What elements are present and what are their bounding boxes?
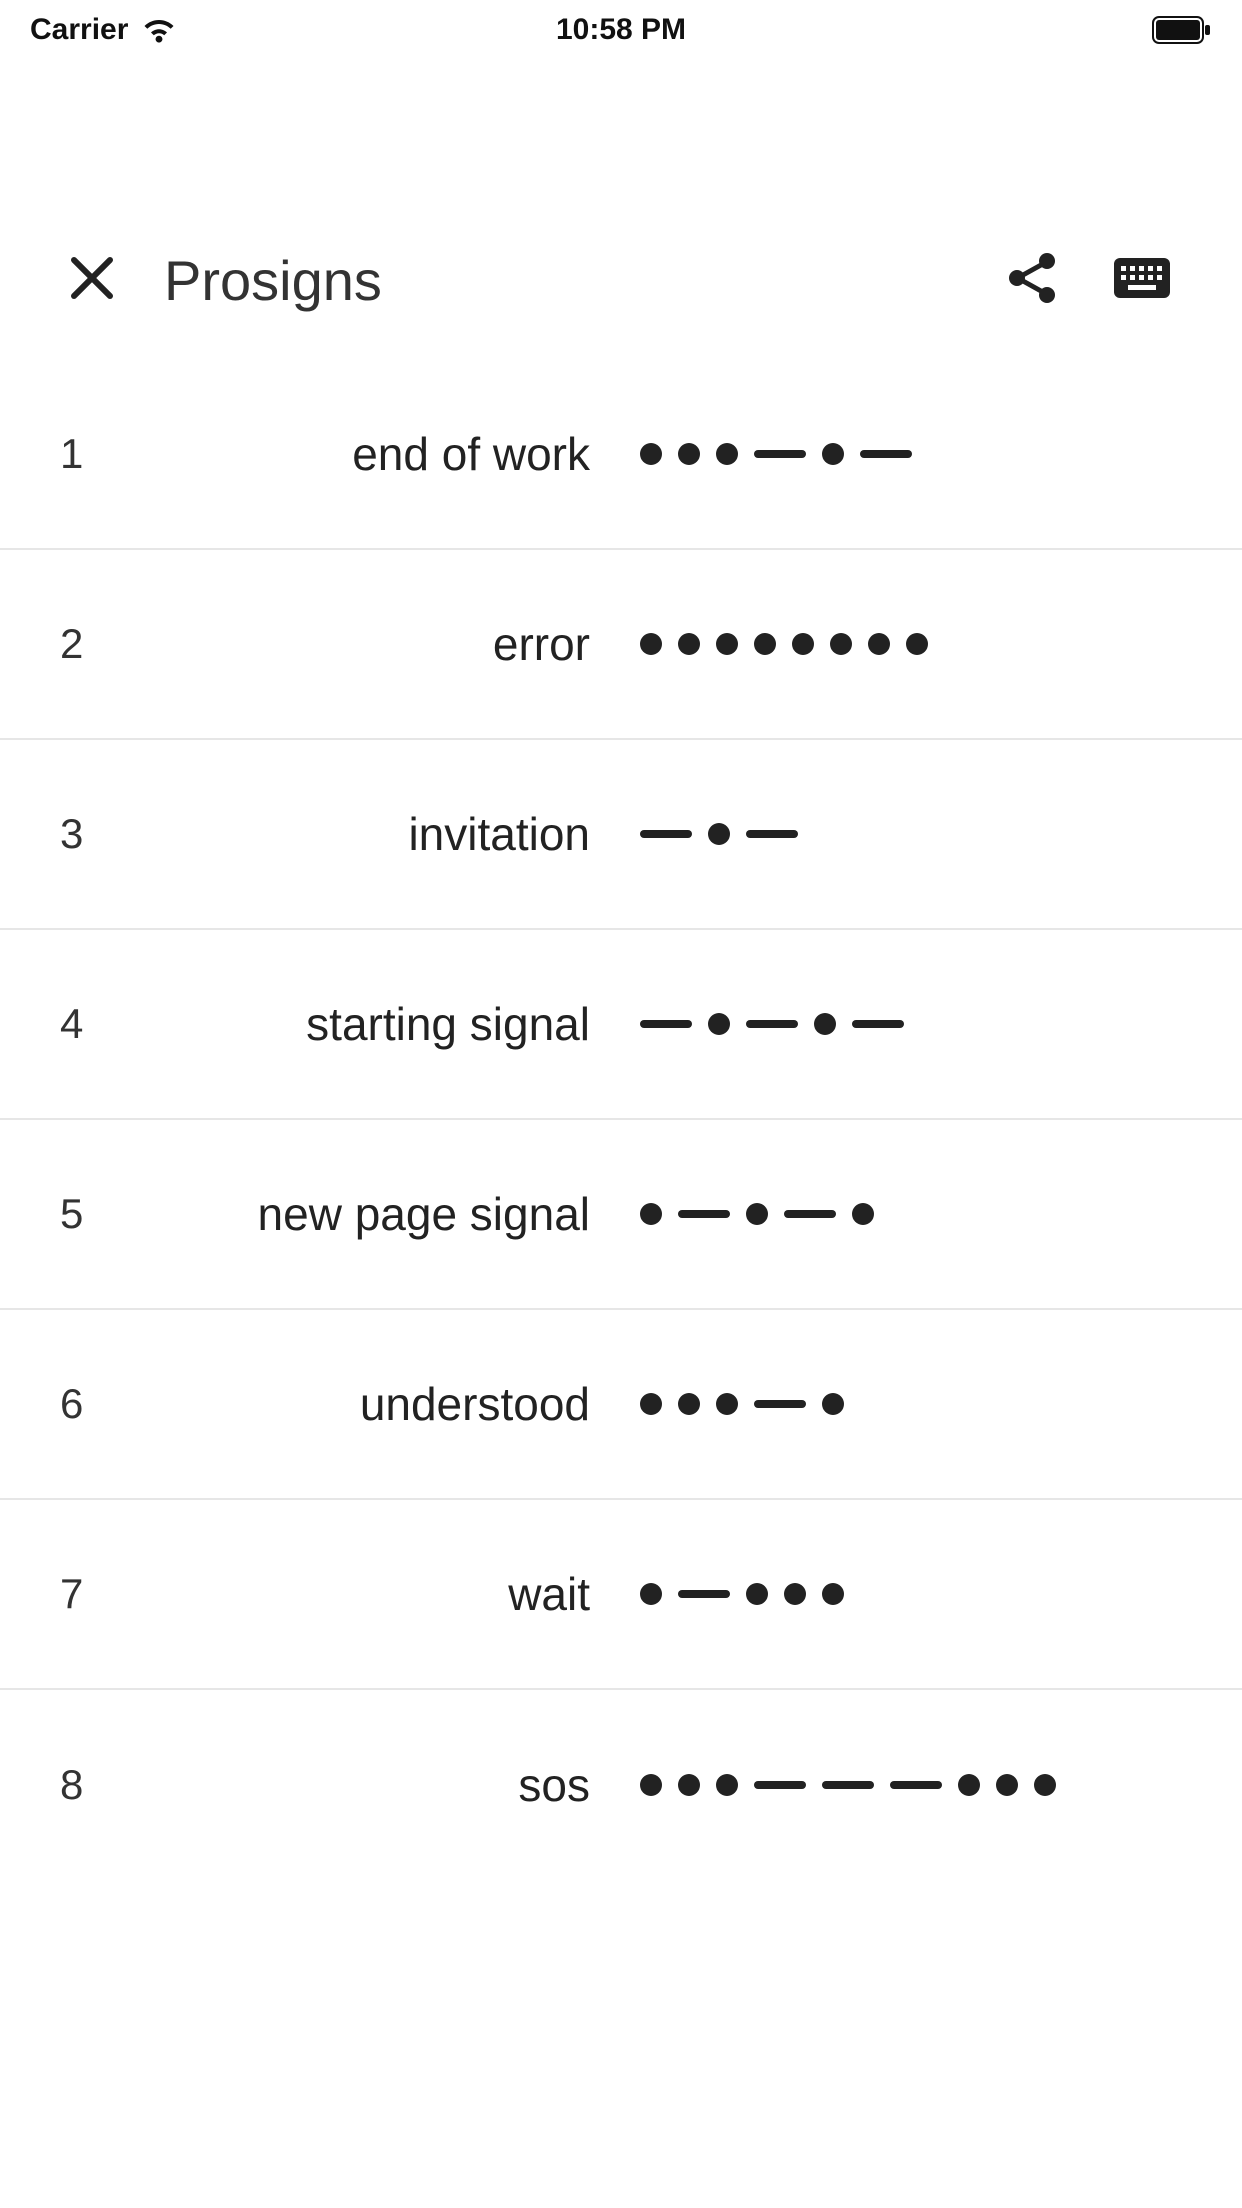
list-item[interactable]: 5new page signal (0, 1120, 1242, 1310)
carrier-label: Carrier (30, 13, 128, 47)
row-morse (630, 1393, 1202, 1415)
list-item[interactable]: 7wait (0, 1500, 1242, 1690)
morse-dot-icon (640, 1393, 662, 1415)
row-number: 3 (60, 810, 130, 858)
morse-dot-icon (678, 1774, 700, 1796)
morse-dash-icon (746, 1020, 798, 1028)
morse-dot-icon (784, 1583, 806, 1605)
morse-dash-icon (754, 1781, 806, 1789)
morse-dot-icon (830, 633, 852, 655)
morse-dot-icon (822, 443, 844, 465)
share-icon (1005, 251, 1059, 310)
row-label: wait (130, 1567, 630, 1621)
morse-dot-icon (640, 443, 662, 465)
row-morse (630, 443, 1202, 465)
list-item[interactable]: 2error (0, 550, 1242, 740)
row-number: 4 (60, 1000, 130, 1048)
list-item[interactable]: 6understood (0, 1310, 1242, 1500)
list-item[interactable]: 1end of work (0, 360, 1242, 550)
status-time: 10:58 PM (0, 13, 1242, 47)
morse-dash-icon (678, 1590, 730, 1598)
morse-dot-icon (708, 1013, 730, 1035)
row-morse (630, 1013, 1202, 1035)
morse-dot-icon (678, 443, 700, 465)
morse-dot-icon (640, 633, 662, 655)
morse-dot-icon (746, 1203, 768, 1225)
list-item[interactable]: 4starting signal (0, 930, 1242, 1120)
morse-dot-icon (996, 1774, 1018, 1796)
row-number: 6 (60, 1380, 130, 1428)
morse-dot-icon (678, 633, 700, 655)
row-morse (630, 1583, 1202, 1605)
row-label: error (130, 617, 630, 671)
morse-dot-icon (868, 633, 890, 655)
battery-icon (1152, 16, 1212, 44)
row-morse (630, 823, 1202, 845)
morse-dot-icon (640, 1774, 662, 1796)
morse-dot-icon (792, 633, 814, 655)
share-button[interactable] (992, 240, 1072, 320)
list-item[interactable]: 3invitation (0, 740, 1242, 930)
status-right (1152, 16, 1212, 44)
morse-dash-icon (754, 1400, 806, 1408)
row-number: 5 (60, 1190, 130, 1238)
list-item[interactable]: 8sos (0, 1690, 1242, 1880)
prosign-list: 1end of work2error3invitation4starting s… (0, 360, 1242, 1880)
morse-dot-icon (716, 1774, 738, 1796)
header: Prosigns (0, 240, 1242, 360)
morse-dot-icon (716, 1393, 738, 1415)
close-icon (68, 254, 116, 307)
morse-dash-icon (890, 1781, 942, 1789)
morse-dot-icon (814, 1013, 836, 1035)
morse-dash-icon (754, 450, 806, 458)
keyboard-icon (1113, 257, 1171, 304)
close-button[interactable] (60, 248, 124, 312)
row-number: 8 (60, 1761, 130, 1809)
morse-dot-icon (640, 1203, 662, 1225)
morse-dash-icon (678, 1210, 730, 1218)
row-number: 1 (60, 430, 130, 478)
morse-dot-icon (678, 1393, 700, 1415)
morse-dash-icon (822, 1781, 874, 1789)
morse-dot-icon (708, 823, 730, 845)
morse-dash-icon (640, 1020, 692, 1028)
row-morse (630, 1203, 1202, 1225)
status-bar: Carrier 10:58 PM (0, 0, 1242, 60)
morse-dash-icon (852, 1020, 904, 1028)
morse-dot-icon (958, 1774, 980, 1796)
morse-dot-icon (716, 443, 738, 465)
morse-dash-icon (640, 830, 692, 838)
row-label: end of work (130, 427, 630, 481)
keyboard-button[interactable] (1102, 240, 1182, 320)
morse-dot-icon (746, 1583, 768, 1605)
morse-dot-icon (906, 633, 928, 655)
morse-dot-icon (1034, 1774, 1056, 1796)
morse-dot-icon (716, 633, 738, 655)
row-number: 7 (60, 1570, 130, 1618)
wifi-icon (142, 17, 176, 43)
status-left: Carrier (30, 13, 176, 47)
row-number: 2 (60, 620, 130, 668)
morse-dot-icon (822, 1583, 844, 1605)
row-label: sos (130, 1758, 630, 1812)
morse-dot-icon (754, 633, 776, 655)
row-label: understood (130, 1377, 630, 1431)
row-label: starting signal (130, 997, 630, 1051)
morse-dot-icon (852, 1203, 874, 1225)
morse-dash-icon (860, 450, 912, 458)
row-morse (630, 1774, 1202, 1796)
morse-dash-icon (746, 830, 798, 838)
morse-dash-icon (784, 1210, 836, 1218)
row-label: new page signal (130, 1187, 630, 1241)
row-label: invitation (130, 807, 630, 861)
morse-dot-icon (640, 1583, 662, 1605)
page-title: Prosigns (164, 248, 382, 313)
morse-dot-icon (822, 1393, 844, 1415)
row-morse (630, 633, 1202, 655)
